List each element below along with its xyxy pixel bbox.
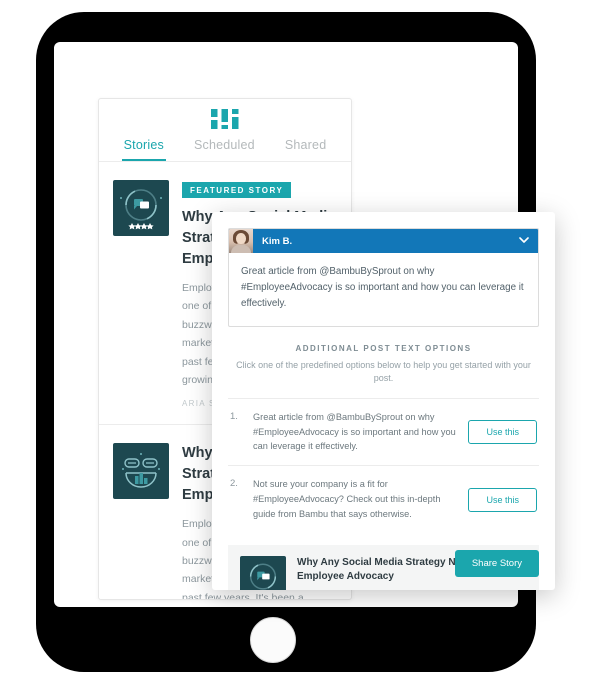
option-text: Not sure your company is a fit for #Empl… — [253, 479, 441, 520]
modal-footer: Share Story — [454, 550, 539, 577]
share-story-modal: Kim B. Great article from @BambuBySprout… — [212, 212, 555, 590]
post-text-options-list: 1. Great article from @BambuBySprout on … — [228, 397, 539, 533]
use-this-button[interactable]: Use this — [468, 487, 537, 512]
speech-bubble-badge-icon — [240, 556, 286, 590]
chart-smiley-icon — [113, 443, 169, 500]
use-this-button[interactable]: Use this — [468, 420, 537, 445]
tab-scheduled[interactable]: Scheduled — [192, 138, 257, 161]
user-avatar — [229, 229, 253, 253]
composer-textarea[interactable]: Great article from @BambuBySprout on why… — [229, 253, 538, 326]
option-number: 2. — [230, 478, 238, 490]
bambu-logo-icon — [211, 109, 239, 129]
option-row: 1. Great article from @BambuBySprout on … — [228, 399, 539, 467]
post-composer: Kim B. Great article from @BambuBySprout… — [228, 228, 539, 328]
composer-header: Kim B. — [229, 229, 538, 253]
chevron-down-icon[interactable] — [519, 235, 529, 245]
options-subheading: Click one of the predefined options belo… — [236, 360, 531, 384]
options-heading: ADDITIONAL POST TEXT OPTIONS — [295, 344, 472, 354]
app-header: Stories Scheduled Shared — [99, 99, 351, 162]
tab-shared[interactable]: Shared — [283, 138, 329, 161]
option-text: Great article from @BambuBySprout on why… — [253, 411, 456, 452]
composer-author-name: Kim B. — [262, 235, 293, 247]
tab-bar: Stories Scheduled Shared — [99, 138, 351, 161]
options-heading-group: ADDITIONAL POST TEXT OPTIONS Click one o… — [212, 344, 555, 384]
home-button[interactable] — [250, 617, 296, 663]
option-number: 1. — [230, 410, 238, 422]
option-row: 2. Not sure your company is a fit for #E… — [228, 466, 539, 533]
speech-bubble-badge-icon — [113, 180, 169, 236]
preview-excerpt: Employee advocacy has been one of the mo… — [297, 588, 527, 590]
status-badge: FEATURED STORY — [182, 182, 292, 198]
tab-stories[interactable]: Stories — [121, 138, 166, 161]
share-story-button[interactable]: Share Story — [454, 550, 539, 577]
